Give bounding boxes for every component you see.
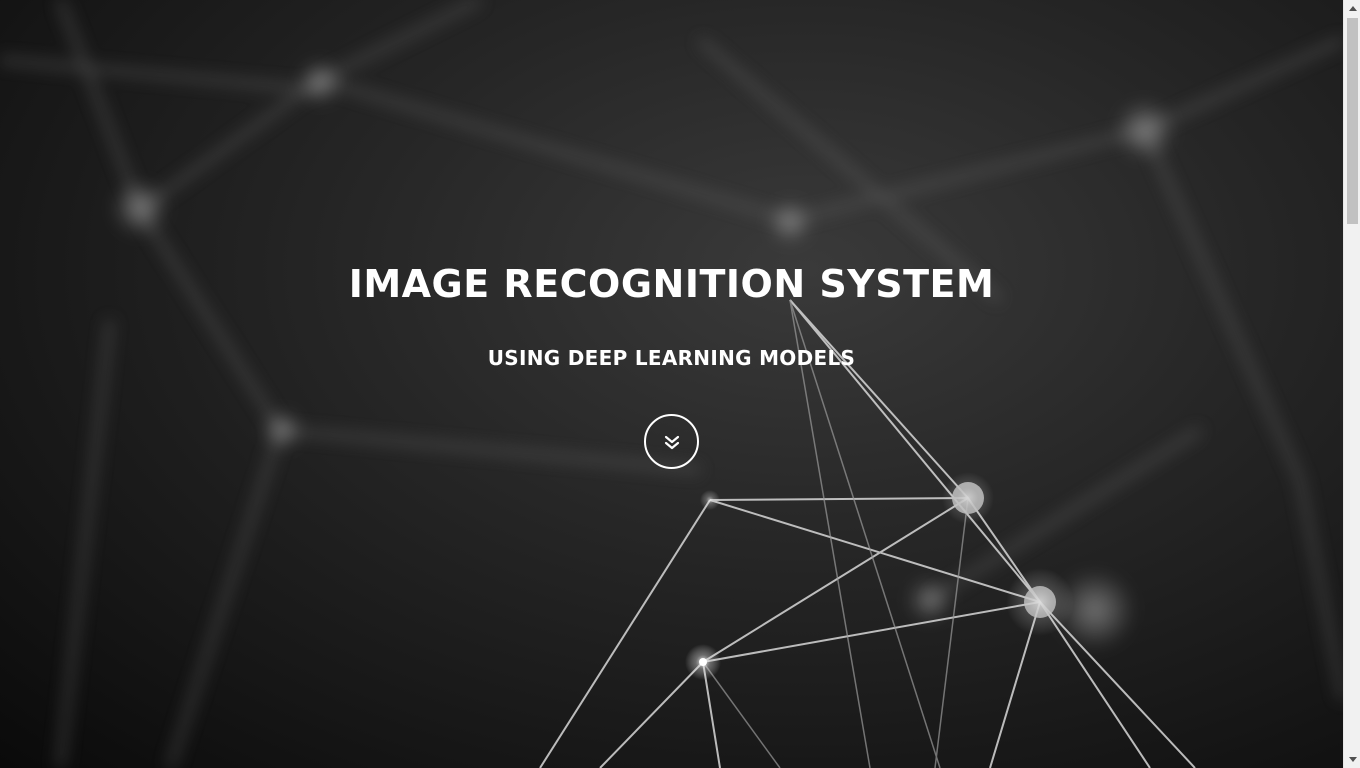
triangle-down-icon [1348, 757, 1357, 762]
scroll-down-arrow[interactable] [1344, 751, 1360, 768]
vertical-scrollbar[interactable] [1343, 0, 1360, 768]
triangle-up-icon [1348, 6, 1357, 11]
double-chevron-down-icon [664, 435, 679, 449]
hero-content: IMAGE RECOGNITION SYSTEM USING DEEP LEAR… [0, 0, 1343, 768]
scroll-down-button[interactable] [644, 414, 699, 469]
scroll-up-arrow[interactable] [1344, 0, 1360, 17]
hero-title: IMAGE RECOGNITION SYSTEM [348, 262, 995, 306]
hero-subtitle: USING DEEP LEARNING MODELS [487, 346, 856, 370]
scrollbar-thumb[interactable] [1347, 18, 1358, 224]
hero-section: IMAGE RECOGNITION SYSTEM USING DEEP LEAR… [0, 0, 1343, 768]
